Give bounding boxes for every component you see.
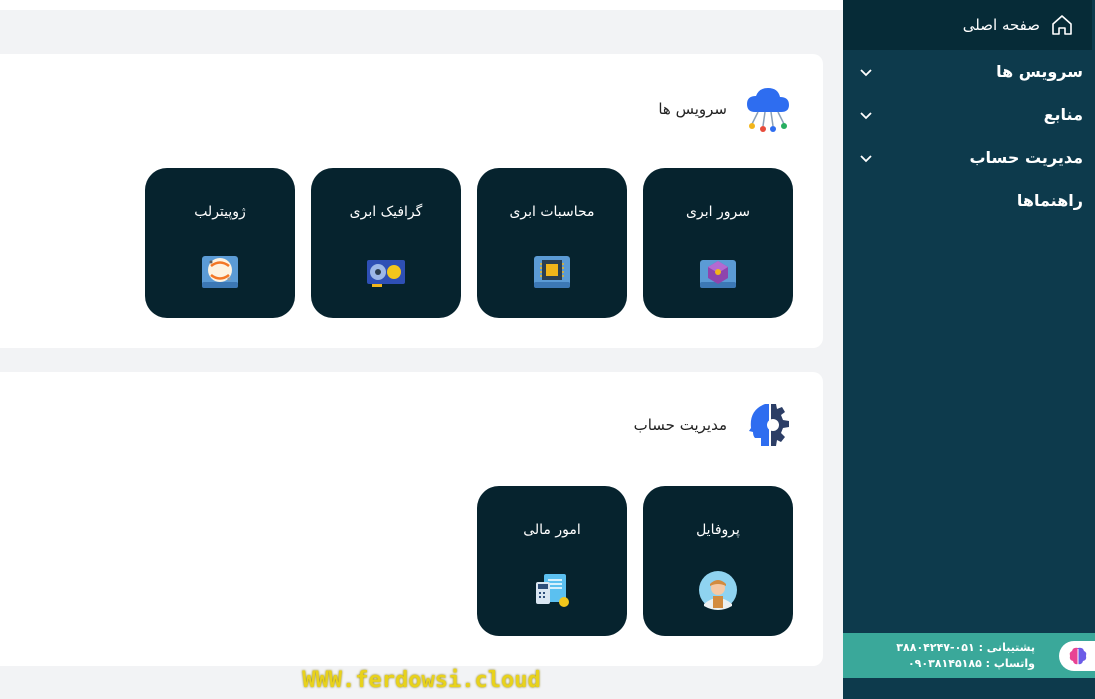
sidebar: صفحه اصلی سرویس ها منابع مدیریت حساب راه… bbox=[843, 0, 1095, 699]
finance-icon bbox=[536, 574, 569, 607]
services-title: سرویس ها bbox=[658, 100, 727, 118]
sidebar-item-label: مدیریت حساب bbox=[969, 148, 1083, 167]
profile-icon bbox=[699, 571, 737, 610]
tile-profile[interactable]: پروفایل bbox=[643, 486, 793, 636]
tile-label: سرور ابری bbox=[686, 204, 750, 220]
support-box: پشتیبانی : ۰۵۱-۳۸۸۰۴۲۴۷ واتساپ : ۰۹۰۳۸۱۴… bbox=[843, 633, 1095, 678]
services-panel: سرویس ها سرور ابری محاسبات ابری گرافیک ا… bbox=[0, 54, 823, 348]
tile-finance[interactable]: امور مالی bbox=[477, 486, 627, 636]
sidebar-item-services[interactable]: سرویس ها bbox=[843, 50, 1095, 93]
jupyter-icon bbox=[202, 256, 238, 288]
tile-cloud-graphics[interactable]: گرافیک ابری bbox=[311, 168, 461, 318]
gpu-icon bbox=[367, 260, 405, 287]
home-icon bbox=[1052, 15, 1072, 35]
top-bar bbox=[0, 0, 843, 10]
support-phone: پشتیبانی : ۰۵۱-۳۸۸۰۴۲۴۷ bbox=[896, 640, 1035, 654]
sidebar-item-label: راهنماها bbox=[1016, 191, 1083, 210]
watermark: WWW.ferdowsi.cloud bbox=[302, 668, 541, 693]
tile-label: گرافیک ابری bbox=[349, 204, 423, 220]
server-icon bbox=[700, 260, 736, 288]
cpu-icon bbox=[534, 256, 570, 288]
support-text: پشتیبانی : ۰۵۱-۳۸۸۰۴۲۴۷ واتساپ : ۰۹۰۳۸۱۴… bbox=[843, 640, 1095, 672]
tile-label: امور مالی bbox=[523, 522, 581, 538]
cloud-network-icon bbox=[747, 88, 789, 132]
tile-jupyterlab[interactable]: ژوپیترلب bbox=[145, 168, 295, 318]
chevron-down-icon bbox=[860, 111, 872, 119]
chevron-down-icon bbox=[860, 68, 872, 76]
tile-cloud-server[interactable]: سرور ابری bbox=[643, 168, 793, 318]
sidebar-item-account[interactable]: مدیریت حساب bbox=[843, 136, 1095, 179]
chevron-down-icon bbox=[860, 154, 872, 162]
brain-icon bbox=[1069, 647, 1087, 665]
support-whatsapp: واتساپ : ۰۹۰۳۸۱۴۵۱۸۵ bbox=[907, 656, 1035, 670]
account-panel: مدیریت حساب پروفایل امور مالی bbox=[0, 372, 823, 666]
sidebar-item-home[interactable]: صفحه اصلی bbox=[843, 0, 1095, 50]
brain-badge[interactable] bbox=[1059, 641, 1095, 671]
services-header: سرویس ها bbox=[658, 84, 793, 134]
account-title: مدیریت حساب bbox=[633, 416, 727, 434]
tile-label: ژوپیترلب bbox=[194, 204, 246, 220]
sidebar-item-label: صفحه اصلی bbox=[962, 16, 1040, 34]
sidebar-item-resources[interactable]: منابع bbox=[843, 93, 1095, 136]
tile-label: محاسبات ابری bbox=[509, 204, 595, 220]
tile-label: پروفایل bbox=[696, 522, 740, 538]
head-gear-icon bbox=[749, 404, 789, 446]
sidebar-item-label: منابع bbox=[1043, 105, 1083, 124]
sidebar-item-guides[interactable]: راهنماها bbox=[843, 179, 1095, 222]
account-header: مدیریت حساب bbox=[634, 400, 793, 450]
sidebar-item-label: سرویس ها bbox=[996, 62, 1083, 81]
tile-cloud-compute[interactable]: محاسبات ابری bbox=[477, 168, 627, 318]
